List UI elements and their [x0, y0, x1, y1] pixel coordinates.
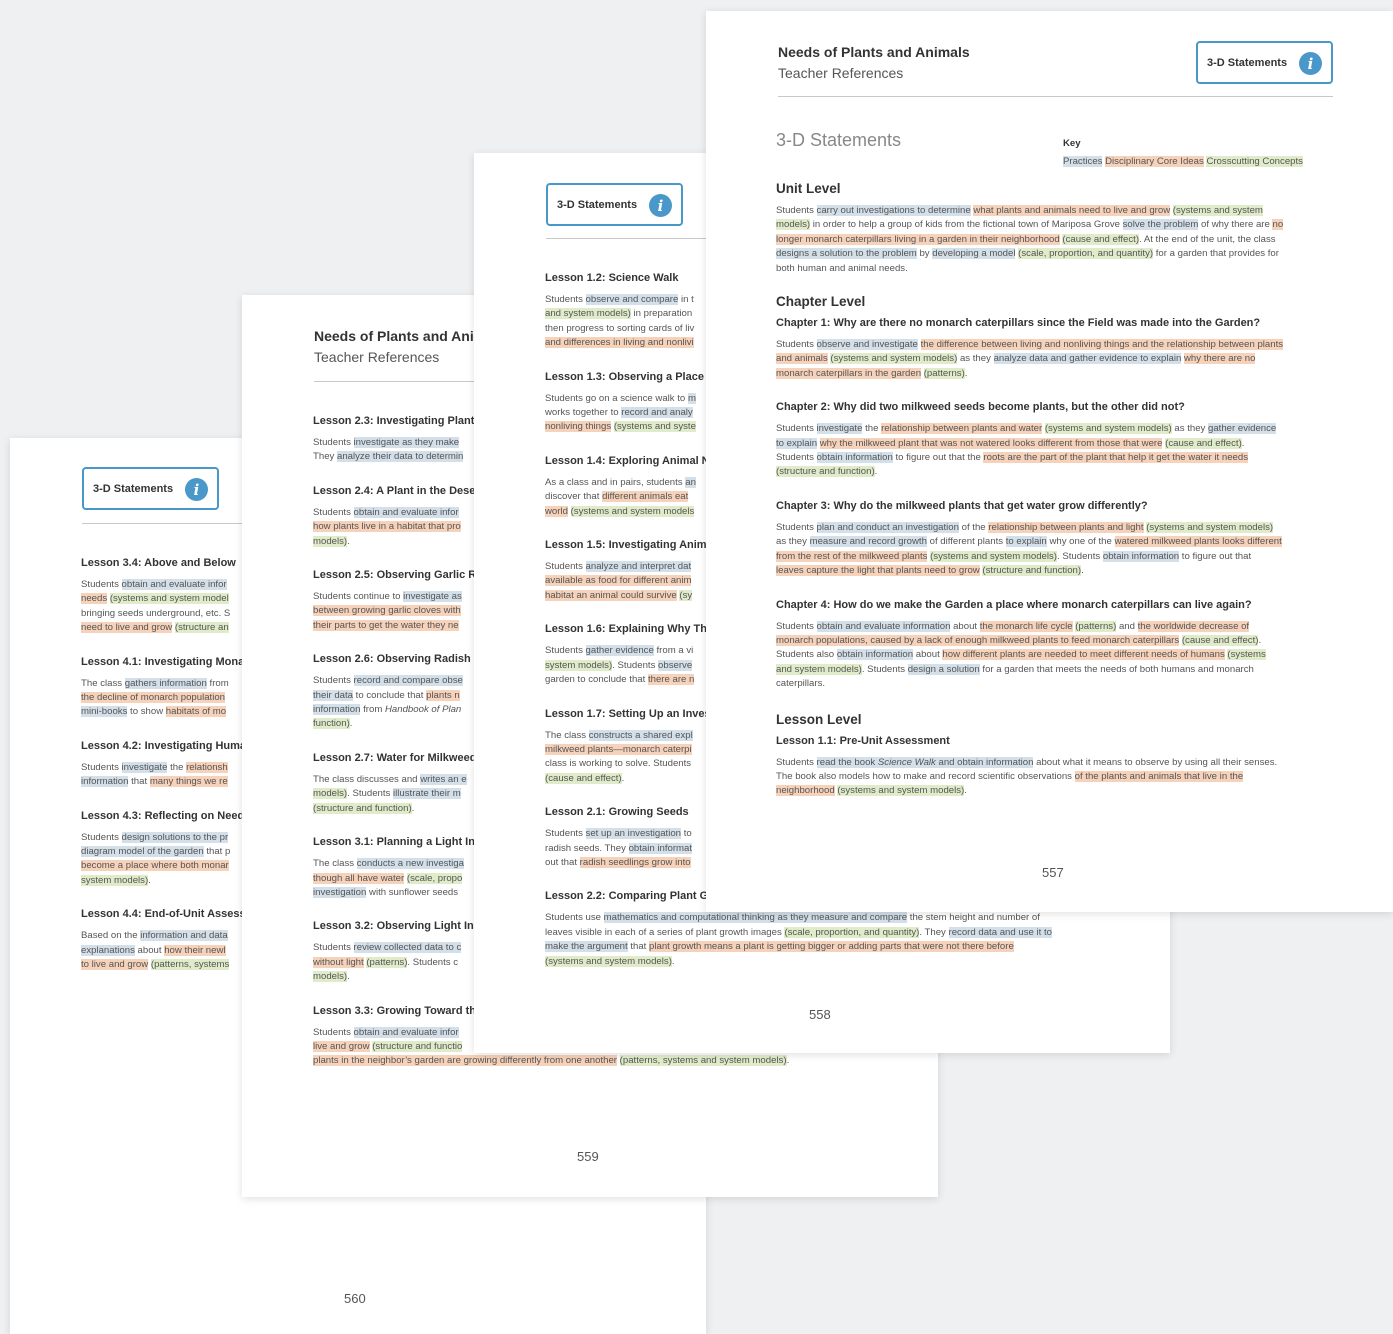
page-number: 557 — [1042, 865, 1064, 880]
section-title: Chapter 1: Why are there no monarch cate… — [776, 317, 1261, 330]
section-title: Chapter 4: How do we make the Garden a p… — [776, 598, 1252, 611]
chapter-section: Chapter 4: How do we make the Garden a p… — [776, 599, 1336, 692]
doc-subtitle: Teacher References — [314, 349, 440, 365]
page-557-content: Unit Level Students carry out investigat… — [776, 181, 1336, 819]
page-number: 558 — [809, 1007, 831, 1022]
chapter-section: Chapter 1: Why are there no monarch cate… — [776, 317, 1336, 381]
unit-level-heading: Unit Level — [776, 181, 841, 196]
key-practices: Practices — [1063, 156, 1103, 167]
lesson-section: Lesson 1.1: Pre-Unit Assessment Students … — [776, 735, 1336, 799]
doc-subtitle: Teacher References — [778, 65, 904, 81]
info-icon: i — [185, 478, 208, 501]
header-divider — [778, 96, 1333, 97]
section-text: Students plan and conduct an investigati… — [776, 521, 1282, 577]
chapter-level-heading: Chapter Level — [776, 294, 866, 310]
section-text: Students read the book Science Walk and … — [776, 756, 1278, 797]
page-557: Needs of Plants and Animals Teacher Refe… — [706, 11, 1393, 912]
3d-statements-button[interactable]: 3-D Statements i — [1196, 41, 1333, 84]
key-legend: Practices Disciplinary Core Ideas Crossc… — [1063, 156, 1303, 167]
info-icon: i — [1299, 52, 1322, 75]
page-number: 559 — [577, 1149, 599, 1164]
section-heading: 3-D Statements — [776, 130, 902, 150]
page-number: 560 — [344, 1291, 366, 1306]
section-text: Students use mathematics and computation… — [545, 912, 1052, 967]
section-text: Students observe and investigate the dif… — [776, 339, 1284, 379]
chapter-section: Chapter 3: Why do the milkweed plants th… — [776, 500, 1336, 579]
doc-title: Needs of Plants and Animals — [778, 44, 970, 60]
section-text: Students obtain and evaluate information… — [776, 620, 1266, 690]
3d-statements-button[interactable]: 3-D Statements i — [546, 183, 683, 226]
key-heading: Key — [1063, 138, 1081, 149]
chapter-section: Chapter 2: Why did two milkweed seeds be… — [776, 401, 1336, 480]
section-title: Lesson 1.1: Pre-Unit Assessment — [776, 734, 950, 747]
key-dci: Disciplinary Core Ideas — [1105, 156, 1204, 167]
section-title: Chapter 3: Why do the milkweed plants th… — [776, 499, 1148, 512]
key-ccc: Crosscutting Concepts — [1206, 156, 1303, 167]
section-title: Chapter 2: Why did two milkweed seeds be… — [776, 401, 1185, 414]
section-text: Students investigate the relationship be… — [776, 423, 1277, 478]
lesson-level-heading: Lesson Level — [776, 711, 862, 727]
3d-statements-button[interactable]: 3-D Statements i — [82, 467, 219, 510]
unit-statement: Students carry out investigations to det… — [776, 205, 1284, 274]
info-icon: i — [649, 194, 672, 217]
